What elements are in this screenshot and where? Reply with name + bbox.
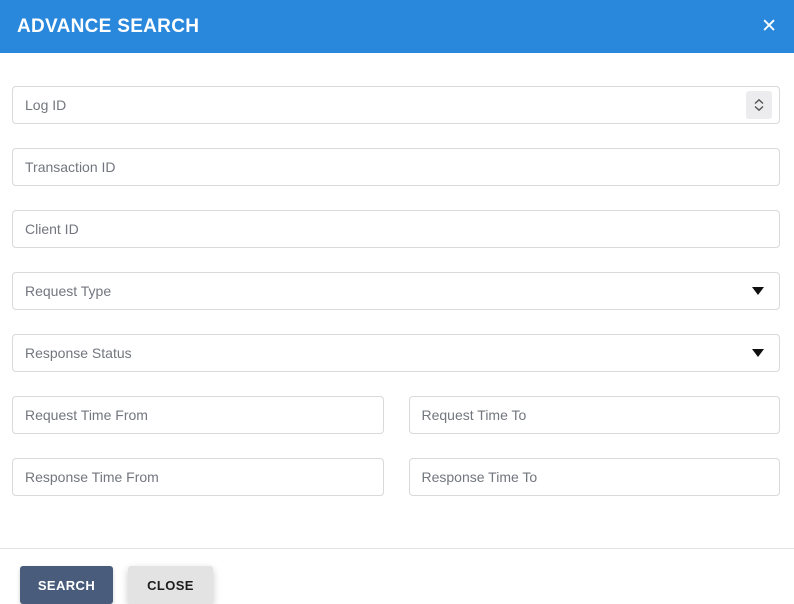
- client-id-field: [12, 210, 780, 248]
- request-time-from-field: [12, 396, 384, 434]
- close-icon[interactable]: ✕: [757, 15, 781, 38]
- request-type-select-label: Request Type: [25, 283, 112, 299]
- chevron-down-icon: [752, 349, 764, 357]
- response-status-select[interactable]: Response Status: [12, 334, 780, 372]
- response-time-to-input[interactable]: [408, 458, 780, 496]
- log-id-field: [12, 86, 780, 124]
- response-time-to-field: [408, 458, 780, 496]
- response-time-from-field: [12, 458, 384, 496]
- advance-search-modal: ADVANCE SEARCH ✕ Request Type Response S…: [0, 0, 794, 604]
- modal-title: ADVANCE SEARCH: [17, 15, 200, 37]
- response-time-from-input[interactable]: [12, 458, 384, 496]
- transaction-id-input[interactable]: [12, 148, 780, 186]
- response-time-row: [12, 458, 780, 520]
- request-time-from-input[interactable]: [12, 396, 384, 434]
- client-id-input[interactable]: [12, 210, 780, 248]
- log-id-input[interactable]: [12, 86, 780, 124]
- transaction-id-field: [12, 148, 780, 186]
- chevron-down-icon: [752, 287, 764, 295]
- request-time-to-input[interactable]: [408, 396, 780, 434]
- modal-header: ADVANCE SEARCH ✕: [0, 0, 794, 53]
- request-time-to-field: [408, 396, 780, 434]
- search-button[interactable]: SEARCH: [20, 566, 113, 604]
- request-time-row: [12, 396, 780, 458]
- response-status-select-label: Response Status: [25, 345, 132, 361]
- close-button[interactable]: CLOSE: [128, 566, 213, 604]
- request-type-select[interactable]: Request Type: [12, 272, 780, 310]
- modal-footer: SEARCH CLOSE: [0, 549, 794, 604]
- number-spinner-icon[interactable]: [746, 91, 772, 119]
- modal-body: Request Type Response Status: [0, 53, 794, 520]
